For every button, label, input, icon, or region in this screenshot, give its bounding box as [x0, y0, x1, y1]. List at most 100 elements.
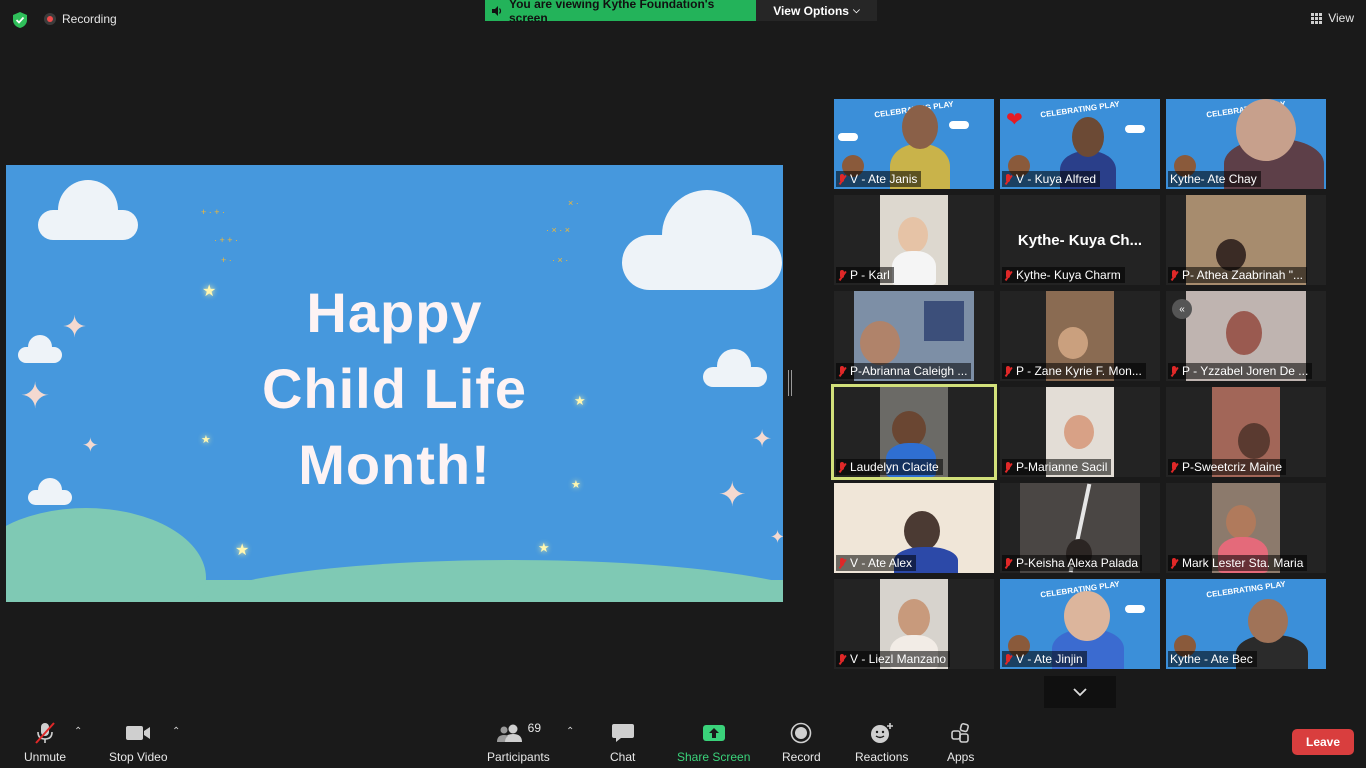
participant-tile[interactable]: V - Liezl Manzano [834, 579, 994, 669]
mic-muted-icon [838, 269, 846, 281]
participant-name: Mark Lester Sta. Maria [1182, 556, 1304, 570]
participant-name-label: Kythe - Ate Bec [1168, 651, 1257, 667]
unmute-button[interactable]: Unmute [24, 720, 66, 764]
hill-decoration [186, 560, 783, 602]
cloud-decoration [949, 121, 969, 129]
stop-video-button[interactable]: Stop Video [109, 720, 168, 764]
split-resize-handle[interactable] [788, 370, 792, 396]
twinkle-icon: · + + · [214, 235, 239, 245]
participant-tile[interactable]: CELEBRATING PLAY V - Ate Janis [834, 99, 994, 189]
recording-indicator[interactable]: Recording [44, 12, 117, 26]
participant-tile-active-speaker[interactable]: Laudelyn Clacite [831, 384, 997, 480]
mic-muted-icon [1170, 557, 1178, 569]
participants-count: 69 [527, 721, 542, 735]
recording-label: Recording [62, 12, 117, 26]
participant-name-label: P - Yzzabel Joren De ... [1168, 363, 1313, 379]
slide-headline: Happy Child Life Month! [6, 275, 783, 503]
participant-head [1226, 311, 1262, 355]
participant-head [1226, 505, 1256, 539]
participant-tile[interactable]: P-Keisha Alexa Palada [1000, 483, 1160, 573]
record-icon [791, 722, 812, 744]
reactions-label: Reactions [855, 750, 909, 764]
participant-head [902, 105, 938, 149]
participant-head [898, 599, 930, 637]
participant-tile[interactable]: P-Marianne Sacil [1000, 387, 1160, 477]
apps-button[interactable]: Apps [947, 720, 974, 764]
mic-muted-icon [838, 173, 846, 185]
video-options-caret-icon[interactable]: ⌃ [172, 726, 180, 737]
rewind-icon[interactable]: « [1172, 299, 1192, 319]
participant-tile[interactable]: Mark Lester Sta. Maria [1166, 483, 1326, 573]
participant-tile[interactable]: P-Sweetcriz Maine [1166, 387, 1326, 477]
view-options-button[interactable]: View Options ⌵ [756, 0, 877, 21]
participant-name-label: Kythe- Ate Chay [1168, 171, 1261, 187]
participant-body [892, 251, 936, 285]
reactions-button[interactable]: Reactions [855, 720, 908, 764]
participant-tile[interactable]: V - Ate Alex [834, 483, 994, 573]
participant-head [860, 321, 900, 365]
participant-head [898, 217, 928, 253]
view-button[interactable]: View [1311, 11, 1354, 25]
participant-name: V - Kuya Alfred [1016, 172, 1097, 186]
record-label: Record [782, 750, 821, 764]
participant-name: V - Ate Jinjin [1016, 652, 1083, 666]
participant-name: P - Yzzabel Joren De ... [1182, 364, 1309, 378]
participant-name: V - Ate Alex [850, 556, 913, 570]
participant-tile[interactable]: CELEBRATING PLAY V - Ate Jinjin [1000, 579, 1160, 669]
star-icon: ★ [538, 540, 550, 555]
participants-button[interactable]: 69 Participants [487, 720, 550, 764]
shared-screen: ✦ ✦ ✦ ✦ ✦ ✦ ★ ★ ★ ★ ★ ★ + · + · · + + · … [6, 165, 783, 602]
leave-button[interactable]: Leave [1292, 729, 1354, 755]
participant-name: V - Ate Janis [850, 172, 918, 186]
sparkle-icon: ✦ [770, 527, 783, 547]
mic-muted-icon [1170, 365, 1178, 377]
background-object [924, 301, 964, 341]
record-button[interactable]: Record [782, 720, 821, 764]
audio-options-caret-icon[interactable]: ⌃ [74, 726, 82, 737]
participant-name-label: P- Athea Zaabrinah "... [1168, 267, 1307, 283]
star-icon: ★ [235, 542, 250, 559]
participant-name-label: Mark Lester Sta. Maria [1168, 555, 1308, 571]
celebrating-play-banner: CELEBRATING PLAY [1039, 99, 1121, 120]
twinkle-icon: × · [568, 198, 579, 208]
participant-name: V - Liezl Manzano [850, 652, 947, 666]
participant-name-label: P-Sweetcriz Maine [1168, 459, 1287, 475]
chat-button[interactable]: Chat [610, 720, 635, 764]
participant-name: P-Keisha Alexa Palada [1016, 556, 1139, 570]
apps-icon [950, 722, 969, 743]
participant-tile[interactable]: ❤ CELEBRATING PLAY V - Kuya Alfred [1000, 99, 1160, 189]
apps-label: Apps [947, 750, 975, 764]
participant-head [1064, 415, 1094, 449]
participant-name: Kythe - Ate Bec [1170, 652, 1253, 666]
twinkle-icon: · × · [552, 255, 569, 265]
stop-video-label: Stop Video [109, 750, 168, 764]
twinkle-icon: · × · × [546, 225, 571, 235]
participant-name-label: V - Ate Jinjin [1002, 651, 1087, 667]
participant-name-label: V - Ate Alex [836, 555, 917, 571]
participant-tile[interactable]: P-Abrianna Caleigh ... [834, 291, 994, 381]
participant-tile[interactable]: Kythe- Kuya Ch... Kythe- Kuya Charm [1000, 195, 1160, 285]
participant-tile[interactable]: CELEBRATING PLAY Kythe - Ate Bec [1166, 579, 1326, 669]
security-shield-icon[interactable] [11, 11, 29, 29]
mic-muted-icon [1170, 269, 1178, 281]
cloud-decoration [38, 180, 138, 240]
participants-options-caret-icon[interactable]: ⌃ [566, 726, 574, 737]
participant-head [1058, 327, 1088, 359]
share-screen-button[interactable]: Share Screen [677, 720, 750, 764]
participant-tile[interactable]: CELEBRATING PLAY Kythe- Ate Chay [1166, 99, 1326, 189]
mic-muted-icon [838, 557, 846, 569]
next-page-button[interactable] [1044, 676, 1116, 708]
participants-icon [496, 724, 522, 742]
participant-tile[interactable]: P - Karl [834, 195, 994, 285]
participant-tile[interactable]: « P - Yzzabel Joren De ... [1166, 291, 1326, 381]
share-screen-label: Share Screen [677, 750, 751, 764]
participant-tile[interactable]: P - Zane Kyrie F. Mon... [1000, 291, 1160, 381]
participant-name: Kythe- Kuya Charm [1016, 268, 1121, 282]
participant-tile[interactable]: P- Athea Zaabrinah "... [1166, 195, 1326, 285]
celebrating-play-banner: CELEBRATING PLAY [1205, 579, 1287, 600]
chevron-down-icon [1073, 688, 1087, 697]
hill-decoration [6, 508, 206, 602]
view-options-label: View Options [773, 3, 849, 18]
participant-head [1236, 99, 1296, 161]
participant-name-label: P-Keisha Alexa Palada [1002, 555, 1143, 571]
